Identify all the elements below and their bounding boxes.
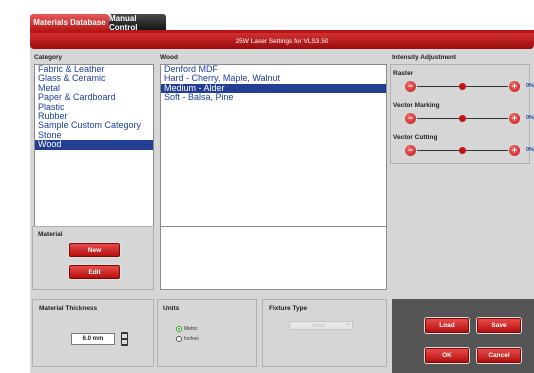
vector-marking-decrease-icon[interactable]: − xyxy=(405,113,416,124)
raster-knob[interactable] xyxy=(459,83,466,90)
fixture-value: NONE xyxy=(312,323,326,328)
load-button[interactable]: Load xyxy=(425,318,469,333)
vector-marking-knob[interactable] xyxy=(459,115,466,122)
units-metric-option[interactable]: Metric xyxy=(176,326,198,332)
vector-cutting-slider[interactable]: − + 0% xyxy=(405,145,534,157)
tab-bar: Materials Database Manual Control xyxy=(30,14,534,32)
metric-radio[interactable] xyxy=(176,326,182,332)
vector-cutting-label: Vector Cutting xyxy=(393,134,438,141)
new-button[interactable]: New xyxy=(69,243,120,257)
ok-button[interactable]: OK xyxy=(425,348,469,363)
cancel-button[interactable]: Cancel xyxy=(477,348,521,363)
raster-decrease-icon[interactable]: − xyxy=(405,81,416,92)
main-panel: 25W Laser Settings for VLS3.50 Category … xyxy=(30,33,534,373)
raster-increase-icon[interactable]: + xyxy=(509,81,520,92)
thickness-box: Material Thickness 6.0 mm xyxy=(32,299,154,367)
material-details-box xyxy=(160,226,387,290)
material-box: Material New Edit xyxy=(32,226,154,290)
thickness-label: Material Thickness xyxy=(39,305,98,312)
category-list-item[interactable]: Wood xyxy=(35,139,153,150)
material-label: Material xyxy=(38,231,63,238)
units-inches-option[interactable]: Inches xyxy=(176,336,199,342)
intensity-box: Raster − + 0% Vector Marking − + 0% Vect… xyxy=(390,64,534,164)
thickness-stepper[interactable] xyxy=(121,332,128,346)
chevron-down-icon: ▾ xyxy=(346,322,350,328)
fixture-box: Fixture Type NONE ▾ xyxy=(262,299,387,367)
vector-cutting-value: 0% xyxy=(526,147,534,153)
wood-list[interactable]: Denford MDF Hard - Cherry, Maple, Walnut M… xyxy=(160,64,387,250)
thickness-input[interactable]: 6.0 mm xyxy=(71,333,115,345)
vector-marking-increase-icon[interactable]: + xyxy=(509,113,520,124)
save-button[interactable]: Save xyxy=(477,318,521,333)
raster-label: Raster xyxy=(393,70,414,77)
category-list[interactable]: Fabric & Leather Glass & Ceramic Metal Pape… xyxy=(34,64,154,250)
fixture-select: NONE ▾ xyxy=(289,321,353,330)
category-label: Category xyxy=(34,54,63,61)
vector-marking-label: Vector Marking xyxy=(393,102,440,109)
units-box: Units Metric Inches xyxy=(157,299,257,367)
vector-cutting-decrease-icon[interactable]: − xyxy=(405,145,416,156)
vector-cutting-knob[interactable] xyxy=(459,147,466,154)
inches-label: Inches xyxy=(184,336,199,342)
actions-area: Load Save OK Cancel xyxy=(392,299,534,373)
vector-marking-slider[interactable]: − + 0% xyxy=(405,113,534,125)
vector-marking-value: 0% xyxy=(526,115,534,121)
inches-radio[interactable] xyxy=(176,336,182,342)
wood-list-item[interactable]: Soft - Balsa, Pine xyxy=(161,92,386,102)
units-label: Units xyxy=(163,305,180,312)
metric-label: Metric xyxy=(184,326,198,332)
settings-title-bar: 25W Laser Settings for VLS3.50 xyxy=(30,33,534,49)
raster-slider[interactable]: − + 0% xyxy=(405,81,534,93)
tab-materials-database[interactable]: Materials Database xyxy=(30,14,109,31)
vector-cutting-increase-icon[interactable]: + xyxy=(509,145,520,156)
intensity-label: Intensity Adjustment xyxy=(392,54,457,61)
tab-manual-control[interactable]: Manual Control xyxy=(109,14,166,32)
wood-label: Wood xyxy=(160,54,178,61)
edit-button[interactable]: Edit xyxy=(69,265,120,279)
fixture-label: Fixture Type xyxy=(269,305,308,312)
raster-value: 0% xyxy=(526,83,534,89)
